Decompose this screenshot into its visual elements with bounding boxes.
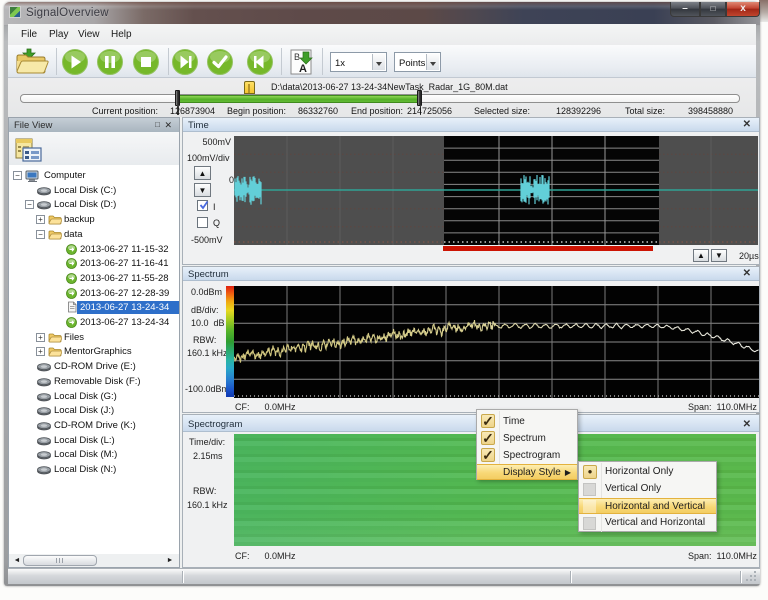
svg-text:B: B (294, 52, 300, 62)
svg-text:A: A (299, 63, 307, 75)
